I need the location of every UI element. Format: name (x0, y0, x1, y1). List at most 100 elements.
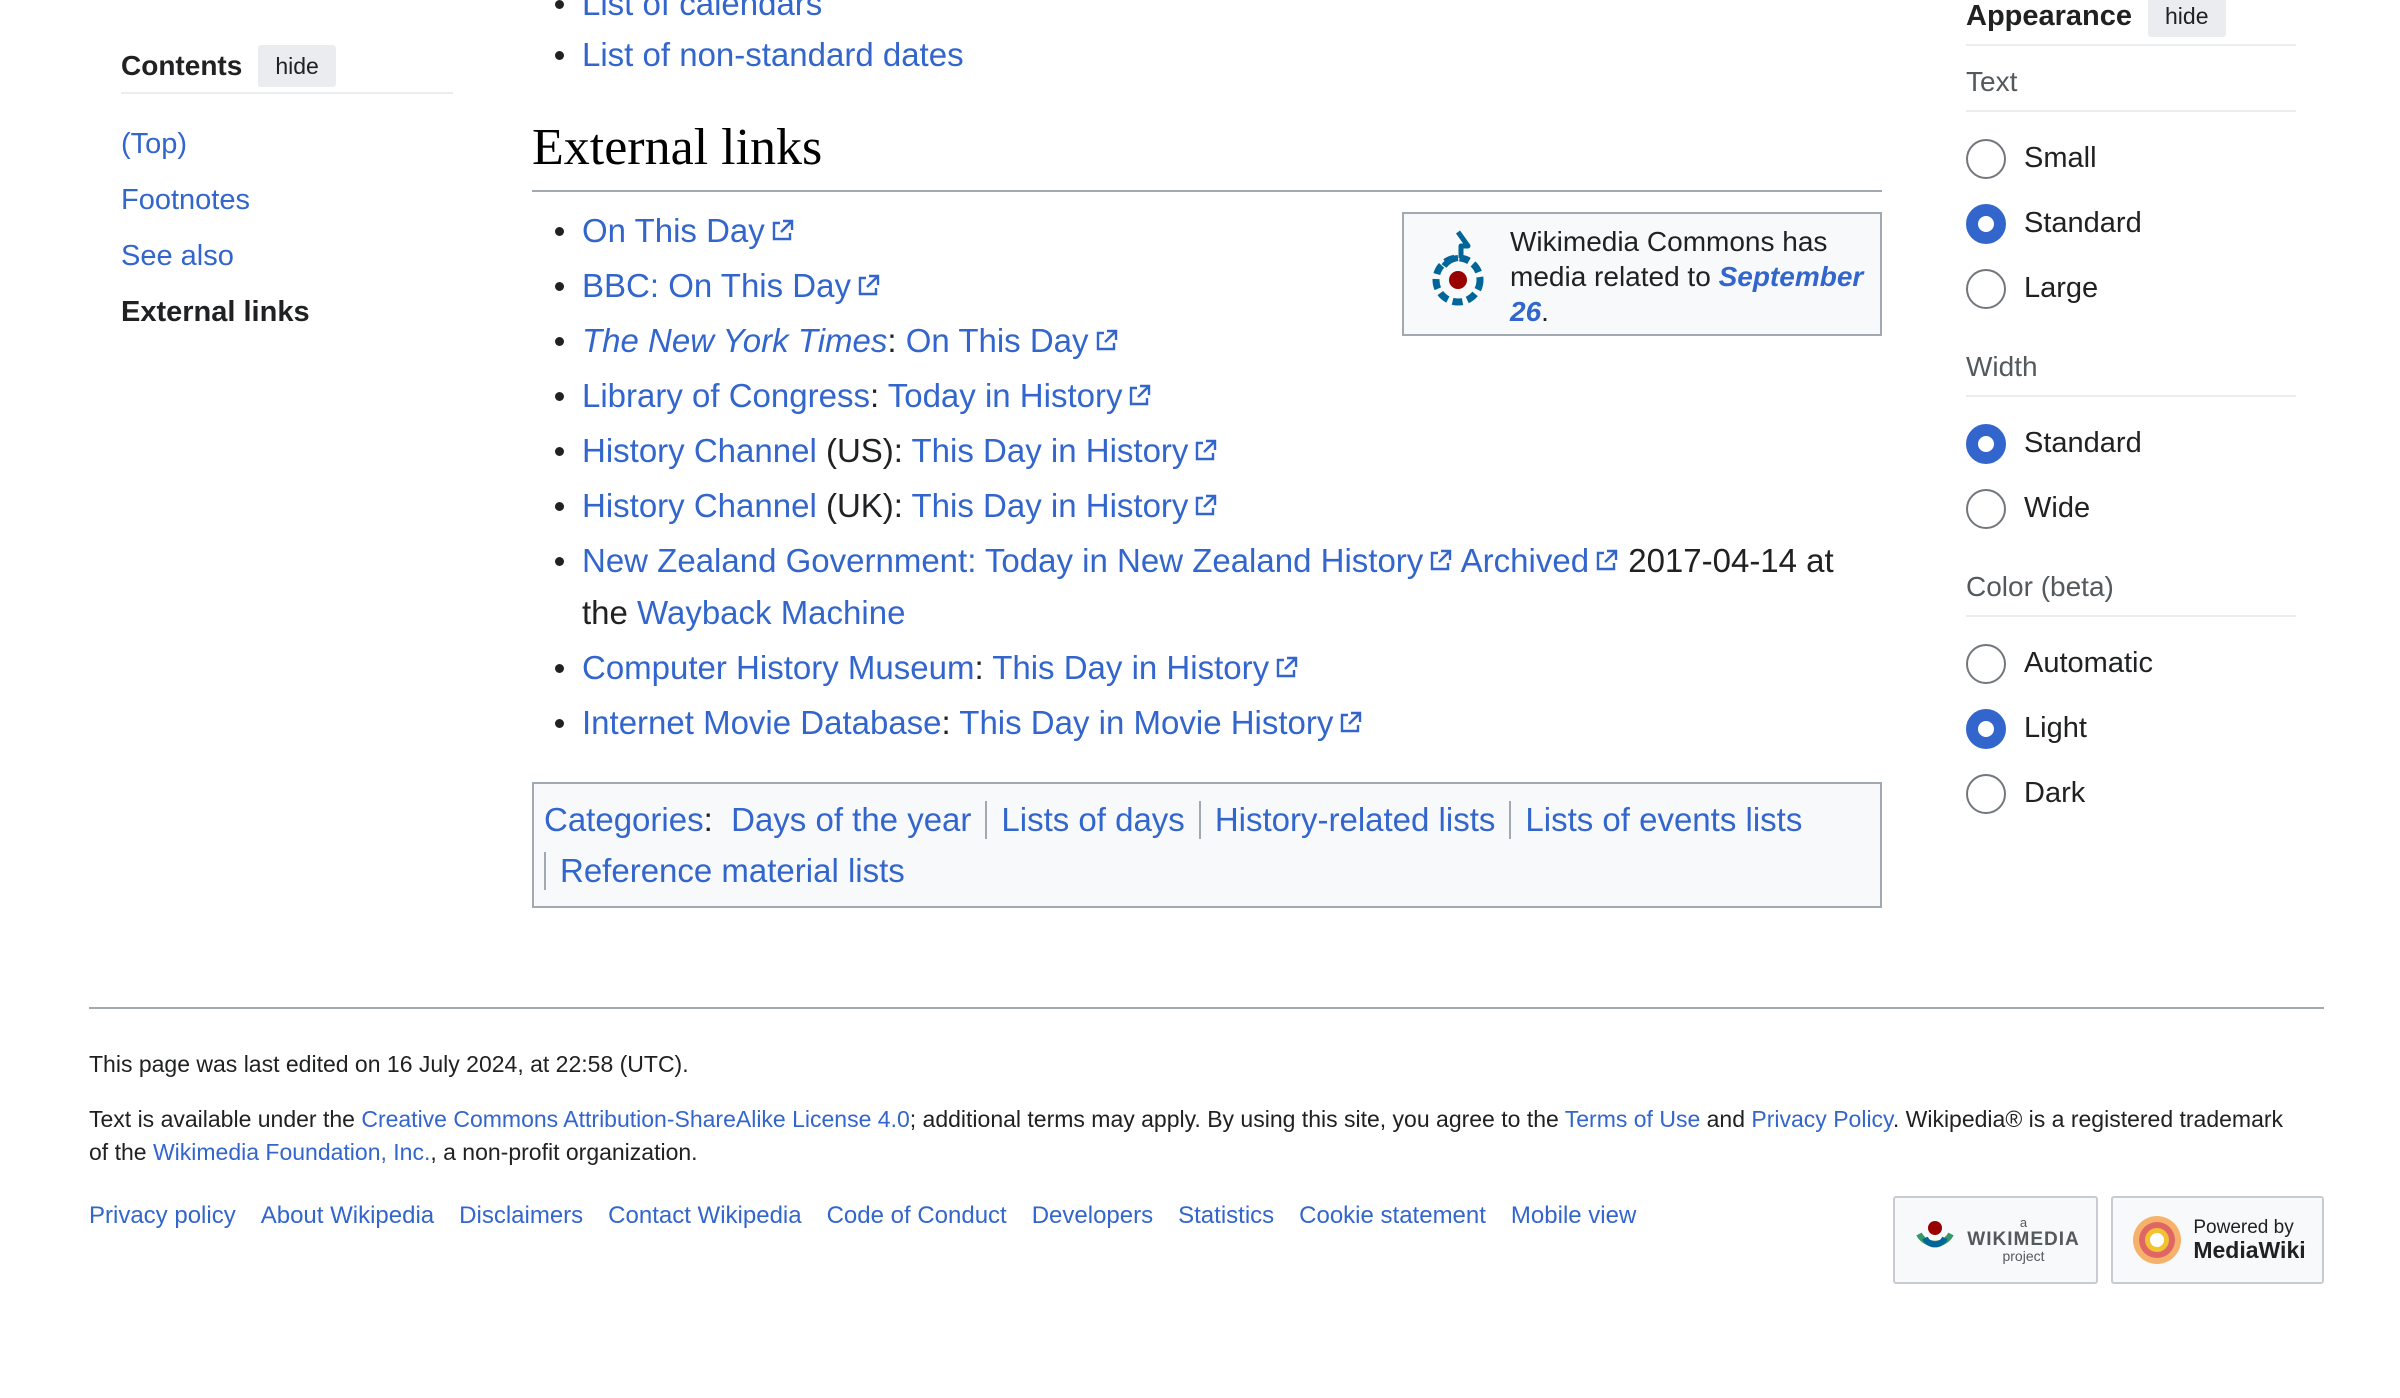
color-dark-option[interactable]: Dark (1966, 761, 2296, 826)
separator-text: (US): (816, 432, 912, 469)
list-item: Internet Movie Database: This Day in Mov… (532, 697, 1882, 752)
appearance-hide-button[interactable]: hide (2148, 0, 2226, 37)
text-size-standard-option[interactable]: Standard (1966, 191, 2296, 256)
footer-mobile-view-link[interactable]: Mobile view (1511, 1202, 1636, 1230)
category-link[interactable]: Lists of days (1001, 801, 1184, 838)
external-link-icon (769, 218, 795, 244)
categories-link[interactable]: Categories (544, 801, 704, 838)
history-channel-us-link[interactable]: History Channel (582, 432, 817, 469)
nz-history-link[interactable]: New Zealand Government: Today in New Zea… (582, 542, 1453, 579)
toc-title: Contents (121, 50, 243, 81)
toc-item-see-also[interactable]: See also (121, 228, 453, 284)
width-options: Standard Wide (1966, 397, 2296, 551)
external-link-icon (1192, 493, 1218, 519)
history-channel-uk-link[interactable]: History Channel (582, 487, 817, 524)
terms-of-use-link[interactable]: Terms of Use (1565, 1106, 1700, 1132)
footer-developers-link[interactable]: Developers (1032, 1202, 1153, 1230)
footer-statistics-link[interactable]: Statistics (1178, 1202, 1274, 1230)
list-item: Computer History Museum: This Day in His… (532, 642, 1882, 697)
mediawiki-flower-icon (2133, 1216, 2182, 1264)
appearance-header: Appearance hide (1966, 0, 2296, 46)
radio-button[interactable] (1966, 643, 2006, 684)
width-heading: Width (1966, 331, 2296, 397)
category-link[interactable]: Lists of events lists (1525, 801, 1802, 838)
library-of-congress-link[interactable]: Library of Congress (582, 377, 870, 414)
toc-item-footnotes[interactable]: Footnotes (121, 172, 453, 228)
list-item: History Channel (UK): This Day in Histor… (532, 480, 1882, 535)
footer-contact-link[interactable]: Contact Wikipedia (608, 1202, 801, 1230)
chm-this-day-link[interactable]: This Day in History (992, 649, 1299, 686)
category-link[interactable]: History-related lists (1215, 801, 1496, 838)
radio-button[interactable] (1966, 268, 2006, 309)
license-text: Text is available under the Creative Com… (89, 1106, 2284, 1165)
imdb-this-day-link[interactable]: This Day in Movie History (959, 704, 1363, 741)
text-size-heading: Text (1966, 46, 2296, 112)
footer-code-of-conduct-link[interactable]: Code of Conduct (827, 1202, 1007, 1230)
category-link[interactable]: Days of the year (731, 801, 971, 838)
color-automatic-option[interactable]: Automatic (1966, 631, 2296, 696)
on-this-day-link[interactable]: On This Day (582, 212, 795, 249)
last-edited-text: This page was last edited on 16 July 202… (89, 1051, 689, 1077)
external-links-heading: External links (532, 112, 1882, 192)
external-link-icon (1427, 548, 1453, 574)
imdb-link[interactable]: Internet Movie Database (582, 704, 942, 741)
commons-text: Wikimedia Commons has media related to S… (1510, 226, 1864, 327)
external-link-icon (1192, 438, 1218, 464)
color-heading: Color (beta) (1966, 551, 2296, 617)
appearance-panel: Appearance hide Text Small Standard Larg… (1966, 0, 2296, 836)
external-link-icon (1126, 383, 1152, 409)
text-size-large-option[interactable]: Large (1966, 256, 2296, 321)
toc-item-top[interactable]: (Top) (121, 116, 453, 172)
separator-text: (UK): (816, 487, 912, 524)
wikimedia-foundation-link[interactable]: Wikimedia Foundation, Inc. (153, 1139, 430, 1165)
external-link-icon (1273, 655, 1299, 681)
category-link[interactable]: Reference material lists (560, 852, 905, 889)
nyt-on-this-day-link[interactable]: On This Day (906, 322, 1119, 359)
nyt-link[interactable]: The New York Times (582, 322, 887, 359)
color-options: Automatic Light Dark (1966, 617, 2296, 836)
toc-hide-button[interactable]: hide (258, 45, 336, 87)
powered-by-mediawiki-badge[interactable]: Powered by MediaWiki (2111, 1196, 2324, 1284)
history-uk-this-day-link[interactable]: This Day in History (912, 487, 1219, 524)
footer-privacy-policy-link[interactable]: Privacy policy (89, 1202, 236, 1230)
separator-text: : (869, 377, 888, 414)
footer-disclaimers-link[interactable]: Disclaimers (459, 1202, 583, 1230)
history-us-this-day-link[interactable]: This Day in History (912, 432, 1219, 469)
text-size-small-option[interactable]: Small (1966, 126, 2296, 191)
color-light-option[interactable]: Light (1966, 696, 2296, 761)
width-standard-option[interactable]: Standard (1966, 411, 2296, 476)
archived-link[interactable]: Archived (1461, 542, 1619, 579)
privacy-policy-inline-link[interactable]: Privacy Policy (1751, 1106, 1892, 1132)
toc-item-external-links[interactable]: External links (121, 284, 453, 340)
list-item: New Zealand Government: Today in New Zea… (532, 535, 1882, 642)
today-in-history-link[interactable]: Today in History (888, 377, 1153, 414)
commons-box: Wikimedia Commons has media related to S… (1402, 212, 1882, 336)
footer-cookie-statement-link[interactable]: Cookie statement (1299, 1202, 1486, 1230)
radio-button[interactable] (1966, 203, 2006, 244)
bbc-on-this-day-link[interactable]: BBC: On This Day (582, 267, 881, 304)
category-separator (544, 852, 546, 890)
wikimedia-project-badge[interactable]: a WIKIMEDIA project (1893, 1196, 2098, 1284)
computer-history-museum-link[interactable]: Computer History Museum (582, 649, 974, 686)
table-of-contents: Contents hide (Top) Footnotes See also E… (121, 45, 453, 340)
appearance-title: Appearance (1966, 0, 2133, 32)
radio-button[interactable] (1966, 708, 2006, 749)
category-separator (1198, 801, 1201, 839)
categories-box: Categories: Days of the year Lists of day… (532, 782, 1882, 908)
radio-button[interactable] (1966, 138, 2006, 179)
radio-button[interactable] (1966, 773, 2006, 814)
wikimedia-commons-icon (1432, 230, 1484, 306)
list-of-calendars-link[interactable]: List of calendars (582, 0, 822, 22)
wayback-machine-link[interactable]: Wayback Machine (637, 594, 905, 631)
width-wide-option[interactable]: Wide (1966, 476, 2296, 541)
page-footer: This page was last edited on 16 July 202… (89, 1007, 2324, 1284)
radio-button[interactable] (1966, 423, 2006, 464)
external-link-icon (1593, 548, 1619, 574)
list-of-non-standard-dates-link[interactable]: List of non-standard dates (582, 36, 964, 73)
radio-button[interactable] (1966, 488, 2006, 529)
list-item: List of non-standard dates (532, 29, 964, 80)
separator-text: : (974, 649, 993, 686)
cc-license-link[interactable]: Creative Commons Attribution-ShareAlike … (361, 1106, 909, 1132)
category-separator (1509, 801, 1512, 839)
footer-about-link[interactable]: About Wikipedia (261, 1202, 434, 1230)
